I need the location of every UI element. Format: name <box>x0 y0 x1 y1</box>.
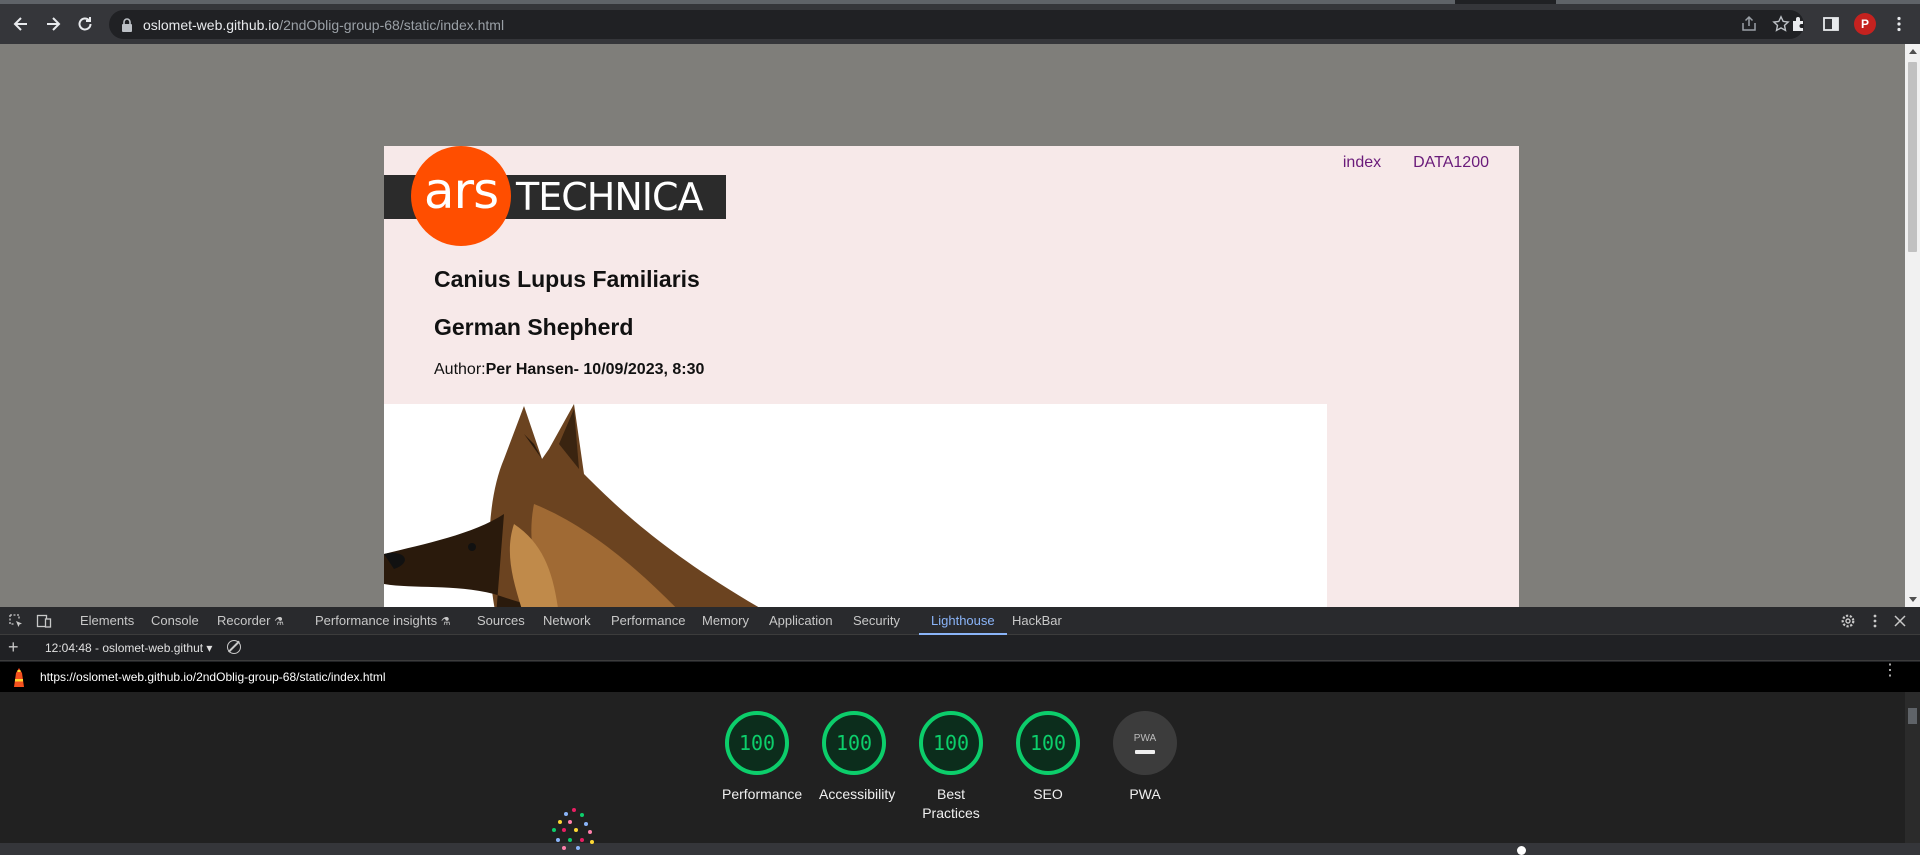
score-gauge-seo[interactable]: 100 SEO <box>1013 711 1083 804</box>
tab-elements[interactable]: Elements <box>80 607 134 635</box>
tab-performance-insights-label: Performance insights <box>315 613 438 628</box>
score-label: Best Practices <box>922 786 980 821</box>
scroll-up-icon[interactable] <box>1909 49 1917 54</box>
new-report-icon[interactable]: + <box>8 637 19 658</box>
score-gauge-pwa[interactable]: PWA PWA <box>1110 711 1180 804</box>
device-toolbar-icon[interactable] <box>36 613 52 629</box>
kebab-menu-icon[interactable] <box>1867 613 1883 629</box>
kebab-menu-icon[interactable] <box>1890 15 1908 33</box>
report-url-bar: https://oslomet-web.github.io/2ndOblig-g… <box>0 662 1920 692</box>
scroll-down-icon[interactable] <box>1909 597 1917 602</box>
page-viewport[interactable]: ars TECHNICA index DATA1200 Canius Lupus… <box>0 44 1920 607</box>
address-bar[interactable]: oslomet-web.github.io/2ndOblig-group-68/… <box>109 10 1804 39</box>
url-host: oslomet-web.github.io <box>143 16 280 33</box>
reload-button[interactable] <box>69 8 101 40</box>
tab-recorder-label: Recorder <box>217 613 271 628</box>
pwa-badge-text: PWA <box>1133 732 1157 744</box>
score-label: PWA <box>1129 786 1161 802</box>
tab-security[interactable]: Security <box>853 607 900 635</box>
score-value: 100 <box>725 711 789 775</box>
score-label: SEO <box>1033 786 1063 802</box>
tab-sources[interactable]: Sources <box>477 607 525 635</box>
author-line: Author:Per Hansen- 10/09/2023, 8:30 <box>434 361 704 379</box>
score-value: 100 <box>919 711 983 775</box>
share-icon[interactable] <box>1740 15 1758 33</box>
extensions-icon[interactable] <box>1790 15 1808 33</box>
logo-ars-text: ars <box>423 162 499 220</box>
author-label: Author: <box>434 361 486 378</box>
inspect-icon[interactable] <box>8 613 24 629</box>
score-gauge-best-practices[interactable]: 100 Best Practices <box>916 711 986 823</box>
score-value: 100 <box>822 711 886 775</box>
profile-avatar[interactable]: P <box>1854 13 1876 35</box>
tab-console[interactable]: Console <box>151 607 199 635</box>
report-scrollbar-thumb[interactable] <box>1908 708 1917 724</box>
score-gauge-accessibility[interactable]: 100 Accessibility <box>819 711 896 804</box>
tab-recorder[interactable]: Recorder ⚗ <box>217 607 284 635</box>
settings-icon[interactable] <box>1840 613 1856 629</box>
lighthouse-icon <box>14 668 24 687</box>
score-value: 100 <box>1016 711 1080 775</box>
ars-technica-logo[interactable]: ars TECHNICA <box>384 146 726 246</box>
scrollbar-thumb[interactable] <box>1908 62 1917 252</box>
experiment-flask-icon: ⚗ <box>274 616 284 628</box>
side-panel-icon[interactable] <box>1822 15 1840 33</box>
report-scrollbar[interactable] <box>1905 692 1920 843</box>
mouse-cursor <box>1517 846 1526 855</box>
score-label: Accessibility <box>819 786 896 802</box>
nav-link-index[interactable]: index <box>1343 154 1381 172</box>
forward-button[interactable] <box>37 8 69 40</box>
tab-performance-insights[interactable]: Performance insights ⚗ <box>315 607 451 635</box>
address-url[interactable]: oslomet-web.github.io/2ndOblig-group-68/… <box>143 17 504 33</box>
report-url[interactable]: https://oslomet-web.github.io/2ndOblig-g… <box>40 670 386 684</box>
devtools-panel: Elements Console Recorder ⚗ Performance … <box>0 607 1920 855</box>
tab-hackbar[interactable]: HackBar <box>1012 607 1062 635</box>
dog-image <box>384 404 1327 607</box>
star-icon[interactable] <box>1772 15 1790 33</box>
pwa-badge: PWA <box>1113 711 1177 775</box>
page-content: ars TECHNICA index DATA1200 Canius Lupus… <box>384 146 1519 607</box>
pwa-dash <box>1135 749 1155 754</box>
nav-link-data1200[interactable]: DATA1200 <box>1413 154 1489 172</box>
close-icon[interactable] <box>1892 613 1908 629</box>
score-label: Performance <box>722 786 803 802</box>
tab-application[interactable]: Application <box>769 607 833 635</box>
page-title: Canius Lupus Familiaris <box>434 266 700 292</box>
author-value: Per Hansen- 10/09/2023, 8:30 <box>485 361 705 378</box>
page-scrollbar[interactable] <box>1905 44 1920 607</box>
experiment-flask-icon: ⚗ <box>440 616 451 628</box>
forward-arrow-icon <box>47 17 61 31</box>
tab-network[interactable]: Network <box>543 607 591 635</box>
page-subtitle: German Shepherd <box>434 314 634 340</box>
score-gauge-performance[interactable]: 100 Performance <box>722 711 803 804</box>
tab-lighthouse[interactable]: Lighthouse <box>919 607 1007 635</box>
report-menu-icon[interactable]: ⋮ <box>1882 663 1898 679</box>
tab-memory[interactable]: Memory <box>702 607 749 635</box>
url-path: /2ndOblig-group-68/static/index.html <box>279 16 505 33</box>
lock-icon[interactable] <box>121 17 133 32</box>
logo-technica-text: TECHNICA <box>516 175 703 219</box>
clear-reports-icon[interactable] <box>227 640 241 654</box>
report-selector[interactable]: 12:04:48 - oslomet-web.githut ▾ <box>45 641 212 655</box>
back-arrow-icon <box>13 17 27 31</box>
lighthouse-toolbar: + 12:04:48 - oslomet-web.githut ▾ <box>0 635 1920 661</box>
reload-icon <box>78 17 92 31</box>
back-button[interactable] <box>5 8 37 40</box>
devtools-tabbar: Elements Console Recorder ⚗ Performance … <box>0 607 1920 635</box>
german-shepherd-illustration <box>384 404 759 607</box>
lighthouse-report: 100 Performance 100 Accessibility 100 Be… <box>0 692 1905 855</box>
browser-toolbar: oslomet-web.github.io/2ndOblig-group-68/… <box>0 4 1920 44</box>
tab-performance[interactable]: Performance <box>611 607 685 635</box>
report-selector-label: 12:04:48 - oslomet-web.githut <box>45 641 204 655</box>
top-nav: index DATA1200 <box>1343 154 1489 172</box>
